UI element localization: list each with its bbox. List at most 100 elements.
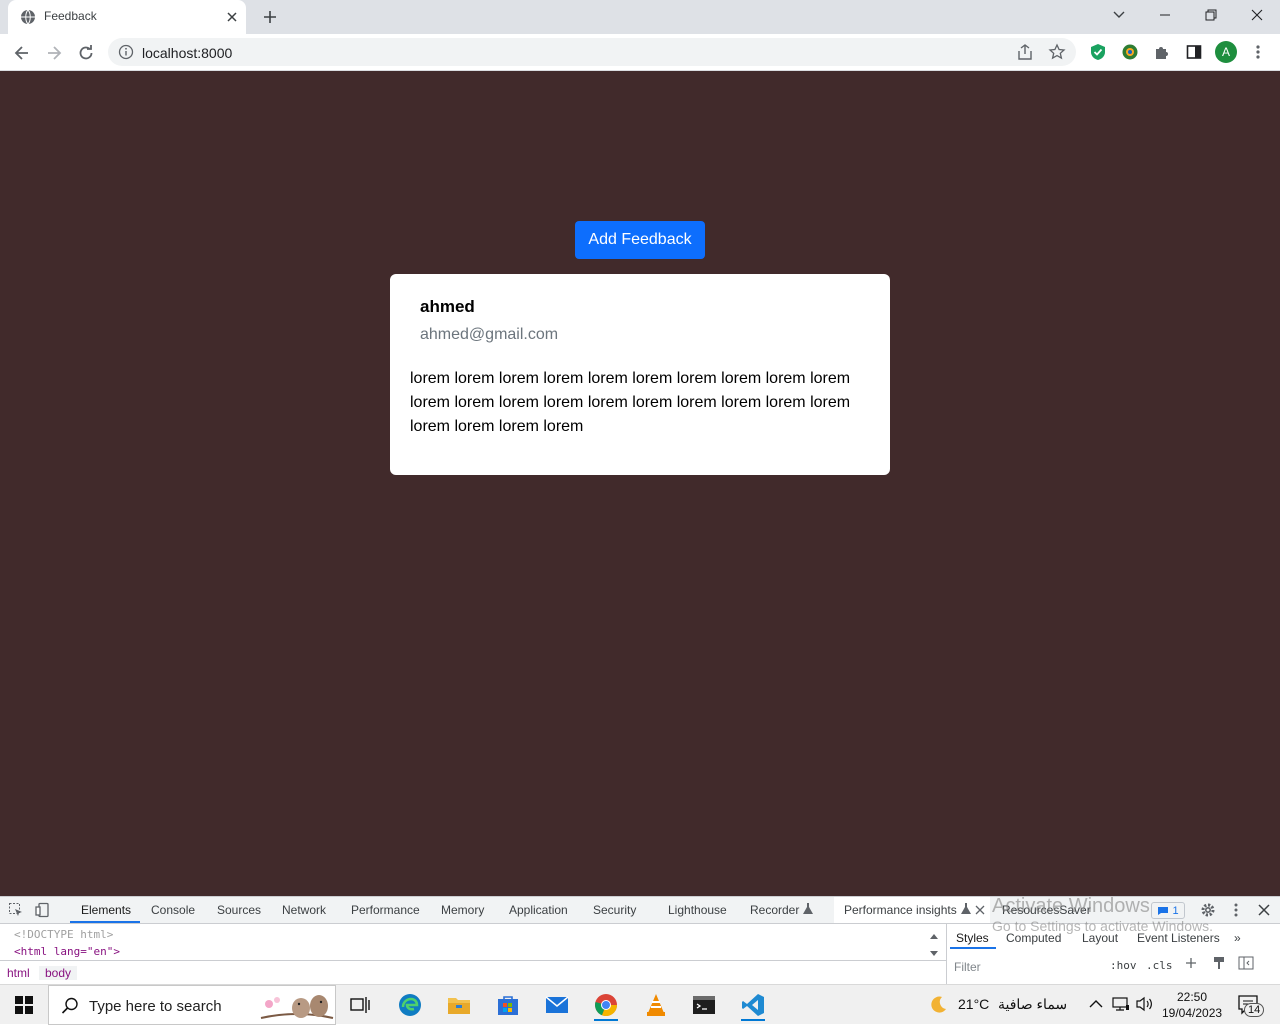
device-toolbar-icon[interactable]: [35, 902, 51, 918]
windows-start-icon[interactable]: [0, 985, 48, 1025]
back-icon[interactable]: [9, 40, 35, 66]
feedback-card: ahmed ahmed@gmail.com lorem lorem lorem …: [390, 274, 890, 475]
devtools-tab-memory[interactable]: Memory: [441, 903, 484, 917]
feedback-message: lorem lorem lorem lorem lorem lorem lore…: [410, 370, 851, 435]
reload-icon[interactable]: [73, 40, 99, 66]
clock-time: 22:50: [1176, 990, 1208, 1004]
more-tabs-chevron-icon[interactable]: »: [1234, 931, 1241, 945]
weather-temperature[interactable]: 21°C: [958, 996, 989, 1012]
hov-toggle[interactable]: :hov: [1110, 959, 1137, 972]
chevron-up-icon[interactable]: [1088, 997, 1104, 1016]
devtools-tab-performance-insights[interactable]: Performance insights: [834, 897, 990, 923]
breadcrumb: html body: [0, 960, 946, 984]
close-tab-icon[interactable]: [224, 9, 240, 25]
chrome-browser-icon[interactable]: [590, 989, 622, 1021]
scroll-up-icon[interactable]: [929, 927, 945, 943]
add-feedback-button[interactable]: Add Feedback: [575, 221, 705, 259]
experimental-flask-icon: [802, 902, 818, 918]
profile-avatar[interactable]: A: [1215, 41, 1237, 63]
bookmark-star-icon[interactable]: [1048, 43, 1066, 61]
code-doctype[interactable]: <!DOCTYPE html>: [14, 928, 113, 941]
url-text: localhost:8000: [142, 45, 233, 61]
issues-count: 1: [1172, 904, 1179, 917]
shield-extension-icon[interactable]: [1088, 42, 1108, 62]
extensions-puzzle-icon[interactable]: [1152, 42, 1172, 62]
birds-decoration-icon: [259, 988, 335, 1029]
browser-tab[interactable]: Feedback: [8, 0, 246, 34]
styles-tab[interactable]: Styles: [956, 931, 989, 945]
search-placeholder: Type here to search: [89, 998, 222, 1015]
devtools-tab-sources[interactable]: Sources: [217, 903, 261, 917]
task-view-icon[interactable]: [344, 989, 376, 1021]
tab-search-icon[interactable]: [1096, 0, 1142, 30]
devtools-tab-performance[interactable]: Performance: [351, 903, 420, 917]
devtools-tab-application[interactable]: Application: [509, 903, 568, 917]
vscode-icon[interactable]: [737, 989, 769, 1021]
activate-windows-subtext: Go to Settings to activate Windows.: [992, 918, 1213, 934]
minimize-icon[interactable]: [1142, 0, 1188, 30]
volume-icon[interactable]: [1136, 996, 1154, 1017]
active-tab-indicator: [70, 921, 140, 923]
devtools-tab-console[interactable]: Console: [151, 903, 195, 917]
tab-title: Feedback: [44, 9, 97, 23]
devtools-tab-security[interactable]: Security: [593, 903, 636, 917]
close-devtools-icon[interactable]: [1256, 902, 1272, 918]
file-explorer-icon[interactable]: [443, 989, 475, 1021]
devtools-tab-network[interactable]: Network: [282, 903, 326, 917]
browser-titlebar: Feedback: [0, 0, 1280, 34]
terminal-icon[interactable]: [688, 989, 720, 1021]
issues-badge[interactable]: 1: [1151, 902, 1185, 919]
restore-icon[interactable]: [1188, 0, 1234, 30]
inspect-element-icon[interactable]: [8, 902, 24, 918]
performance-insights-label: Performance insights: [844, 903, 957, 917]
add-rule-plus-icon[interactable]: [1184, 956, 1200, 972]
activate-windows-watermark: Activate Windows: [992, 895, 1150, 917]
taskbar-search-input[interactable]: Type here to search: [48, 985, 336, 1025]
browser-toolbar: localhost:8000 A: [0, 34, 1280, 71]
code-html-tag[interactable]: <html lang="en">: [14, 945, 120, 958]
page-viewport: Add Feedback ahmed ahmed@gmail.com lorem…: [0, 71, 1280, 896]
info-icon[interactable]: [118, 44, 134, 60]
devtools-more-icon[interactable]: [1228, 902, 1244, 918]
weather-moon-icon: [928, 995, 948, 1020]
settings-gear-icon[interactable]: [1200, 902, 1216, 918]
message-icon: [1158, 906, 1169, 915]
cls-toggle[interactable]: .cls: [1146, 959, 1173, 972]
toggle-sidebar-icon[interactable]: [1238, 956, 1254, 972]
active-app-indicator: [741, 1019, 765, 1021]
edge-browser-icon[interactable]: [394, 989, 426, 1021]
paint-brush-icon[interactable]: [1212, 956, 1228, 972]
forward-icon[interactable]: [41, 40, 67, 66]
close-tab-icon[interactable]: [974, 903, 990, 919]
share-icon[interactable]: [1016, 43, 1034, 61]
styles-filter-input[interactable]: Filter: [950, 957, 1100, 977]
breadcrumb-body[interactable]: body: [39, 966, 78, 980]
more-menu-icon[interactable]: [1248, 42, 1268, 62]
mail-icon[interactable]: [541, 989, 573, 1021]
close-window-icon[interactable]: [1234, 0, 1280, 30]
network-icon[interactable]: [1112, 996, 1130, 1017]
taskbar-clock[interactable]: 22:50 19/04/2023: [1162, 989, 1222, 1021]
devtools-tab-elements[interactable]: Elements: [81, 903, 131, 917]
panel-divider: [946, 924, 947, 985]
vlc-player-icon[interactable]: [640, 989, 672, 1021]
breadcrumb-html[interactable]: html: [7, 966, 30, 980]
feedback-name: ahmed: [420, 297, 475, 316]
colorful-extension-icon[interactable]: [1120, 42, 1140, 62]
scroll-down-icon[interactable]: [929, 945, 945, 961]
feedback-email: ahmed@gmail.com: [420, 326, 559, 343]
devtools-tab-lighthouse[interactable]: Lighthouse: [668, 903, 727, 917]
active-app-indicator: [594, 1019, 618, 1021]
new-tab-icon[interactable]: [258, 6, 282, 28]
weather-condition[interactable]: سماء صافية: [998, 996, 1067, 1013]
styles-tab-underline: [950, 947, 996, 949]
microsoft-store-icon[interactable]: [492, 989, 524, 1021]
search-icon: [61, 997, 79, 1020]
devtools-tab-recorder[interactable]: Recorder: [750, 903, 799, 917]
address-bar[interactable]: localhost:8000: [108, 38, 1076, 66]
side-panel-icon[interactable]: [1184, 42, 1204, 62]
globe-icon: [20, 9, 36, 25]
notification-center-icon[interactable]: 14: [1238, 995, 1265, 1020]
notification-count-badge: 14: [1244, 1003, 1265, 1017]
clock-date: 19/04/2023: [1162, 1006, 1223, 1020]
